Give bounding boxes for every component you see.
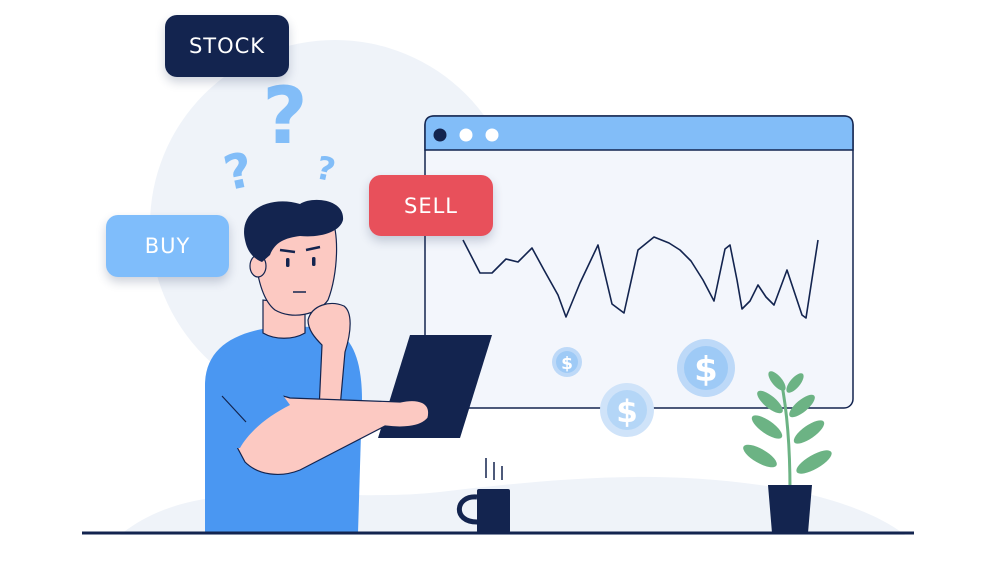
browser-dot-icon xyxy=(459,128,473,142)
buy-label: BUY xyxy=(106,215,229,277)
dollar-coin-icon: $ xyxy=(677,339,735,397)
svg-text:$: $ xyxy=(561,354,573,374)
illustration-art: ? ? ? $ $ $ xyxy=(82,40,914,535)
eye xyxy=(312,257,316,266)
browser-window xyxy=(424,115,854,409)
plant-pot xyxy=(768,485,812,533)
svg-text:$: $ xyxy=(694,350,718,390)
sell-label: SELL xyxy=(369,175,493,236)
dollar-coin-icon: $ xyxy=(552,347,582,377)
steam xyxy=(485,458,503,480)
svg-text:$: $ xyxy=(616,394,638,430)
dollar-coin-icon: $ xyxy=(600,383,654,437)
eye xyxy=(286,258,290,267)
browser-dot-icon xyxy=(433,128,447,142)
stock-trading-illustration: ? ? ? $ $ $ STOCK SELL BUY xyxy=(0,0,1000,571)
svg-text:?: ? xyxy=(262,72,307,162)
stock-label: STOCK xyxy=(165,15,289,77)
browser-dot-icon xyxy=(485,128,499,142)
question-mark-icon: ? xyxy=(262,72,307,162)
